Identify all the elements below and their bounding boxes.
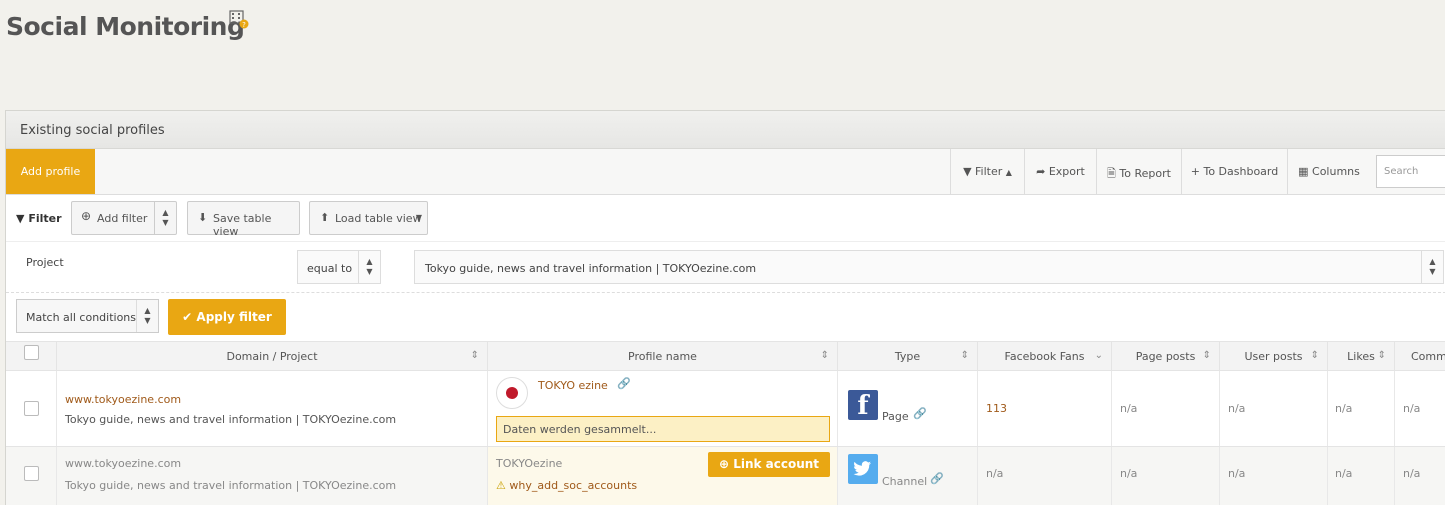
search-input[interactable]: Search [1376, 155, 1445, 188]
page-posts-value: n/a [1120, 467, 1138, 480]
twitter-icon [848, 454, 878, 484]
external-link-icon[interactable]: 🔗 [913, 407, 927, 420]
user-posts-value: n/a [1228, 467, 1246, 480]
stepper-icon[interactable]: ▲ ▼ [154, 202, 176, 234]
stepper-icon: ▲ ▼ [358, 251, 380, 283]
facebook-icon: f [848, 390, 878, 421]
warning-icon: ⚠ [496, 479, 506, 492]
column-header-likes[interactable]: Likes ⇕ [1328, 342, 1395, 371]
table-row: www.tokyoezine.com Tokyo guide, news and… [6, 371, 1445, 447]
check-icon: ✔ [182, 310, 193, 324]
chevron-down-icon: ⌄ [1094, 350, 1103, 361]
select-all-cell [6, 342, 57, 371]
status-message: Daten werden gesammelt... [496, 416, 830, 442]
columns-button[interactable]: ▦ Columns [1287, 149, 1370, 194]
to-report-button[interactable]: 🗎 To Report [1096, 149, 1181, 194]
profile-type: Channel [882, 475, 928, 488]
toolbar: Add profile ▼ Filter ▲ ➦ Export 🗎 To Rep… [6, 149, 1445, 195]
document-icon: 🗎 [1107, 167, 1116, 180]
project-name: Tokyo guide, news and travel information… [65, 479, 397, 492]
profile-type: Page [882, 410, 909, 423]
page-posts-value: n/a [1120, 402, 1138, 415]
sort-icon: ⇕ [820, 350, 829, 361]
save-view-button[interactable]: ⬇ Save table view [187, 201, 300, 238]
comments-value: n/a [1403, 402, 1421, 415]
column-header-type[interactable]: Type ⇕ [838, 342, 978, 371]
plus-circle-icon: ⊕ [81, 209, 92, 223]
comments-value: n/a [1403, 467, 1421, 480]
filter-label: ▼ Filter [16, 212, 62, 225]
add-profile-button[interactable]: Add profile [6, 149, 95, 194]
profile-link[interactable]: TOKYO ezine [538, 379, 608, 392]
operator-select[interactable]: equal to ▲ ▼ [297, 250, 381, 284]
column-header-page-posts[interactable]: Page posts ⇕ [1112, 342, 1220, 371]
sort-icon: ⇕ [960, 350, 969, 361]
panel-title: Existing social profiles [6, 111, 1445, 149]
profile-name: TOKYOezine [496, 457, 563, 470]
svg-text:?: ? [242, 21, 246, 29]
likes-value: n/a [1335, 402, 1353, 415]
stepper-icon: ▲ ▼ [136, 300, 158, 332]
chevron-up-icon: ▲ [1005, 168, 1012, 177]
likes-value: n/a [1335, 467, 1353, 480]
external-link-icon[interactable]: 🔗 [617, 377, 631, 390]
external-link-icon[interactable]: 🔗 [930, 472, 944, 485]
filter-bar: ▼ Filter ⊕ Add filter ▲ ▼ ⬇ Save table vi… [6, 195, 1445, 242]
row-checkbox[interactable] [24, 401, 39, 416]
match-row: Match all conditions ▲ ▼ ✔ Apply filter [6, 293, 1445, 341]
condition-field: Project [26, 256, 64, 269]
link-account-button[interactable]: ⊕ Link account [708, 452, 830, 477]
caret-down-icon: ▼ [415, 213, 422, 222]
grid-icon: ▦ [1298, 165, 1309, 178]
column-header-user-posts[interactable]: User posts ⇕ [1220, 342, 1328, 371]
sort-icon: ⇕ [1202, 350, 1211, 361]
filter-toggle-button[interactable]: ▼ Filter ▲ [950, 149, 1024, 194]
profiles-panel: Existing social profiles Add profile ▼ F… [5, 110, 1445, 505]
filter-condition: Project equal to ▲ ▼ Tokyo guide, news an… [6, 242, 1445, 293]
to-dashboard-button[interactable]: + To Dashboard [1181, 149, 1287, 194]
column-header-domain[interactable]: Domain / Project ⇕ [57, 342, 488, 371]
why-add-accounts-link[interactable]: ⚠ why_add_soc_accounts [496, 479, 637, 492]
stepper-icon: ▲ ▼ [1421, 251, 1443, 283]
facebook-fans-value: n/a [986, 467, 1004, 480]
upload-icon: ⬆ [320, 211, 330, 224]
select-all-checkbox[interactable] [24, 345, 39, 360]
plus-circle-icon: ⊕ [718, 457, 729, 471]
add-filter-button[interactable]: ⊕ Add filter ▲ ▼ [71, 201, 177, 235]
domain-link[interactable]: www.tokyoezine.com [65, 393, 181, 406]
sort-icon: ⇕ [470, 350, 479, 361]
table-row: www.tokyoezine.com Tokyo guide, news and… [6, 447, 1445, 505]
facebook-fans-value: 113 [986, 402, 1007, 415]
match-mode-select[interactable]: Match all conditions ▲ ▼ [16, 299, 159, 333]
filter-icon: ▼ [16, 212, 25, 225]
sort-icon: ⇕ [1310, 350, 1319, 361]
filter-icon: ▼ [963, 165, 972, 178]
column-header-facebook-fans[interactable]: Facebook Fans ⌄ [978, 342, 1112, 371]
project-select[interactable]: Tokyo guide, news and travel information… [414, 250, 1444, 284]
user-posts-value: n/a [1228, 402, 1246, 415]
row-checkbox[interactable] [24, 466, 39, 481]
share-icon: ➦ [1036, 165, 1046, 178]
avatar [496, 377, 528, 409]
domain-link[interactable]: www.tokyoezine.com [65, 457, 181, 470]
sort-icon: ⇕ [1377, 350, 1386, 361]
column-header-profile[interactable]: Profile name ⇕ [488, 342, 838, 371]
plus-icon: + [1190, 165, 1200, 178]
column-header-comments[interactable]: Comm [1395, 342, 1445, 371]
table-header: Domain / Project ⇕ Profile name ⇕ Type ⇕… [6, 341, 1445, 371]
apply-filter-button[interactable]: ✔ Apply filter [168, 299, 286, 335]
page-title: Social Monitoring [6, 12, 245, 41]
load-view-button[interactable]: ⬆ Load table view ▼ [309, 201, 428, 235]
download-icon: ⬇ [198, 211, 208, 224]
video-help-icon[interactable]: ? [229, 10, 249, 30]
project-name: Tokyo guide, news and travel information… [65, 413, 397, 426]
export-button[interactable]: ➦ Export [1024, 149, 1096, 194]
